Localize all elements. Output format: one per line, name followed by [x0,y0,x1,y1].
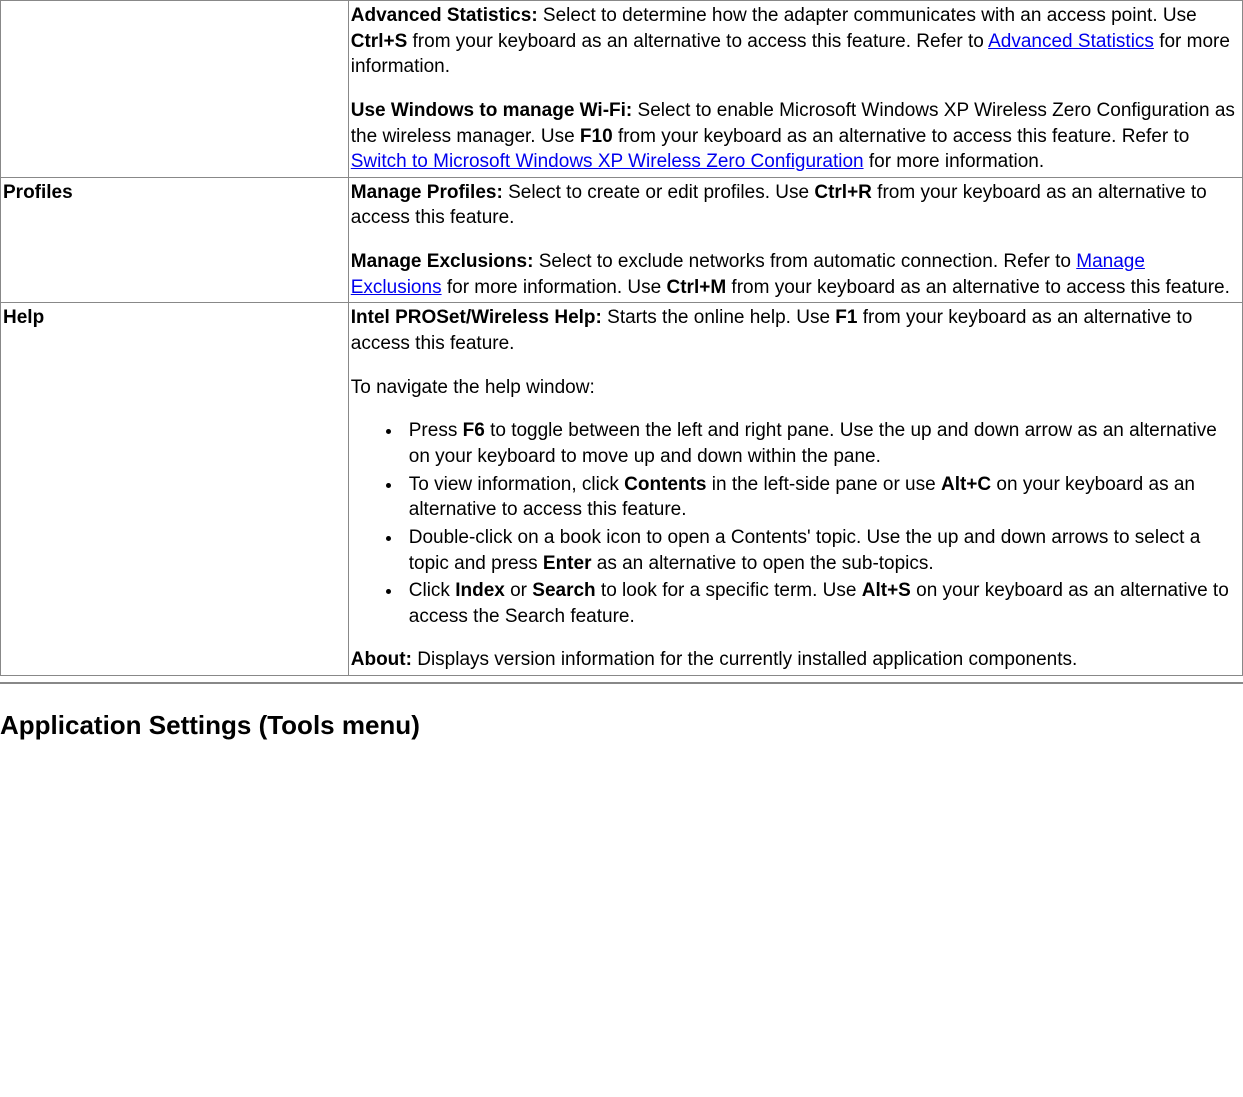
section-heading: Application Settings (Tools menu) [0,708,1243,743]
list-item: Click Index or Search to look for a spec… [403,578,1238,629]
text: as an alternative to open the sub-topics… [591,553,933,574]
text: To view information, click [409,474,624,495]
list-item: Press F6 to toggle between the left and … [403,418,1238,469]
text: Displays version information for the cur… [412,649,1077,670]
text: Select to exclude networks from automati… [533,251,1076,272]
menu-desc-cell: Manage Profiles: Select to create or edi… [348,177,1242,303]
shortcut: F1 [835,307,857,328]
help-nav-list: Press F6 to toggle between the left and … [351,418,1238,629]
text: Select to create or edit profiles. Use [503,182,815,203]
list-item: To view information, click Contents in t… [403,472,1238,523]
shortcut: F10 [580,126,613,147]
label: About: [351,649,412,670]
menu-name-cell: Help [1,303,349,676]
advanced-statistics-link[interactable]: Advanced Statistics [988,31,1154,52]
menu-desc-cell: Intel PROSet/Wireless Help: Starts the o… [348,303,1242,676]
text: to toggle between the left and right pan… [409,420,1217,467]
label: Intel PROSet/Wireless Help: [351,307,602,328]
text: Starts the online help. Use [602,307,835,328]
advanced-statistics-para: Advanced Statistics: Select to determine… [351,3,1238,80]
about-para: About: Displays version information for … [351,647,1238,673]
manage-profiles-para: Manage Profiles: Select to create or edi… [351,180,1238,231]
shortcut: Ctrl+S [351,31,408,52]
text: to look for a specific term. Use [596,580,862,601]
menu-description-table: Advanced Statistics: Select to determine… [0,0,1243,676]
shortcut: Ctrl+R [814,182,872,203]
label: Advanced Statistics: [351,5,538,26]
shortcut: F6 [463,420,485,441]
divider [0,682,1243,684]
menu-name: Help [3,307,44,328]
proset-help-para: Intel PROSet/Wireless Help: Starts the o… [351,305,1238,356]
shortcut: Ctrl+M [667,277,727,298]
switch-to-wzc-link[interactable]: Switch to Microsoft Windows XP Wireless … [351,151,864,172]
text: from your keyboard as an alternative to … [407,31,988,52]
list-item: Double-click on a book icon to open a Co… [403,525,1238,576]
menu-name: Profiles [3,182,73,203]
menu-desc-cell: Advanced Statistics: Select to determine… [348,1,1242,178]
keyword: Contents [624,474,706,495]
text: To navigate the help window: [351,377,595,398]
text: in the left-side pane or use [706,474,940,495]
label: Manage Profiles: [351,182,503,203]
keyword: Index [455,580,505,601]
keyword: Search [532,580,595,601]
menu-name-cell [1,1,349,178]
use-windows-para: Use Windows to manage Wi-Fi: Select to e… [351,98,1238,175]
text: from your keyboard as an alternative to … [613,126,1190,147]
shortcut: Alt+S [862,580,911,601]
table-row: Help Intel PROSet/Wireless Help: Starts … [1,303,1243,676]
text: Press [409,420,463,441]
manage-exclusions-para: Manage Exclusions: Select to exclude net… [351,249,1238,300]
text: Select to determine how the adapter comm… [538,5,1197,26]
text: Click [409,580,455,601]
shortcut: Alt+C [941,474,991,495]
table-row: Profiles Manage Profiles: Select to crea… [1,177,1243,303]
menu-name-cell: Profiles [1,177,349,303]
text: for more information. Use [442,277,667,298]
shortcut: Enter [543,553,592,574]
label: Manage Exclusions: [351,251,534,272]
label: Use Windows to manage Wi-Fi: [351,100,633,121]
text: for more information. [864,151,1045,172]
navigate-help-para: To navigate the help window: [351,375,1238,401]
table-row: Advanced Statistics: Select to determine… [1,1,1243,178]
text: from your keyboard as an alternative to … [726,277,1230,298]
text: or [505,580,532,601]
